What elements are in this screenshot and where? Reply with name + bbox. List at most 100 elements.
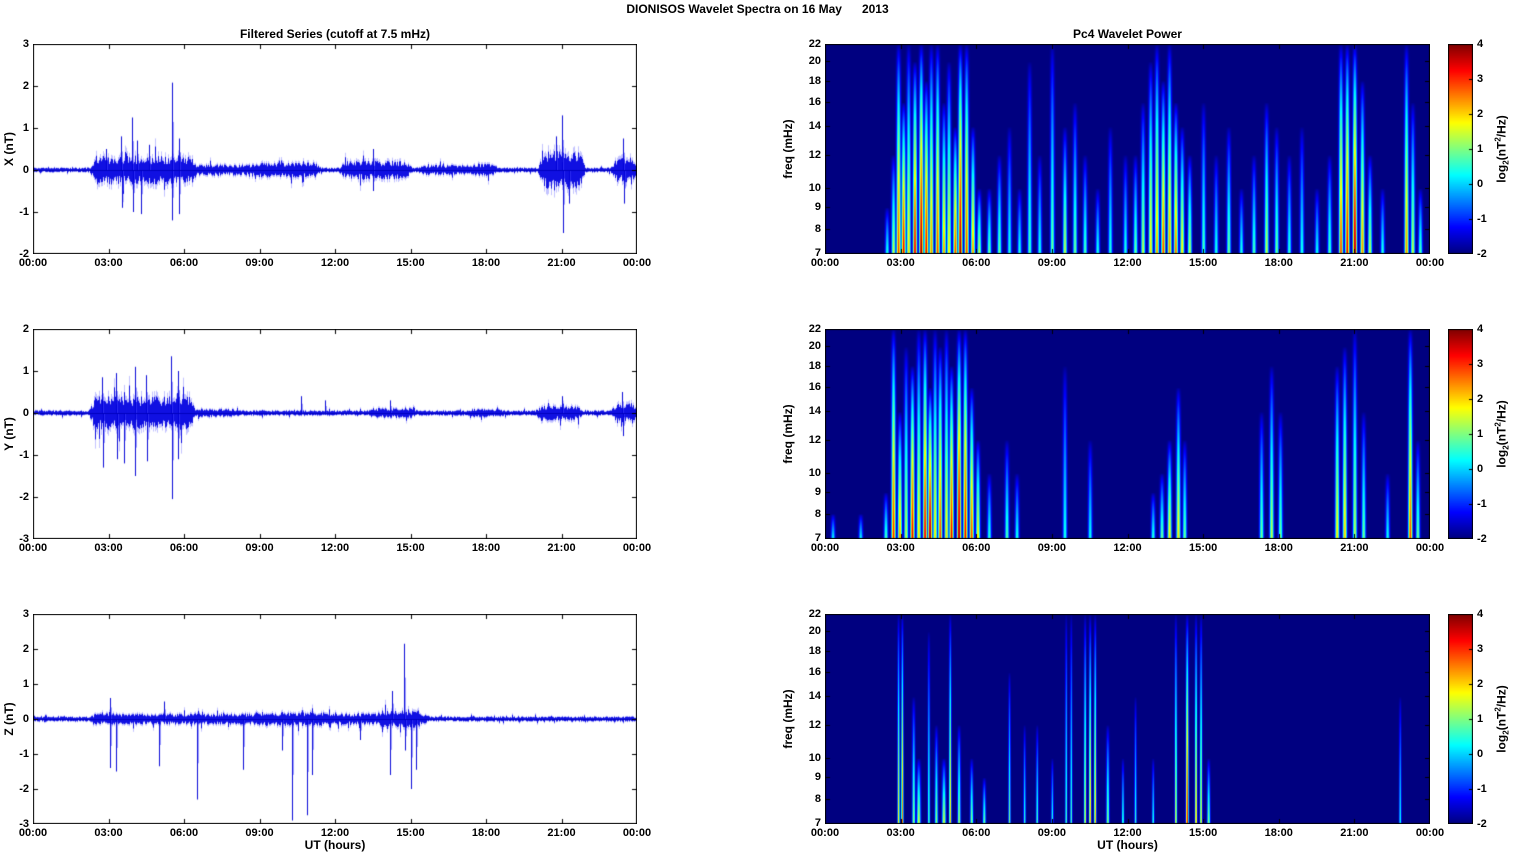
x-tick-label: 15:00: [396, 542, 425, 554]
y-tick-label: 1: [22, 365, 29, 377]
freq-tick-label: 22: [808, 323, 821, 335]
freq-tick-label: 10: [808, 751, 821, 764]
colorbar-label-3: log2(nT2/Hz): [1493, 685, 1510, 753]
cb-label-mid: (nT: [1494, 141, 1509, 161]
x-tick-label: 03:00: [94, 827, 123, 839]
freq-tick-label: 18: [808, 74, 821, 87]
x-tick-label: 00:00: [1415, 257, 1445, 269]
colorbar-tick-label: 2: [1477, 678, 1484, 690]
colorbar-tick-label: 4: [1477, 608, 1484, 620]
colorbar-tick-label: -1: [1477, 498, 1487, 510]
freq-tick-label: 14: [808, 120, 821, 133]
x-tick-label: 18:00: [471, 827, 501, 839]
cb-label-sup: 2: [1493, 422, 1503, 427]
cb-label-sup: 2: [1493, 707, 1503, 712]
cb-label-post: /Hz): [1494, 685, 1509, 708]
cb-label-sup: 2: [1493, 137, 1503, 142]
x-axis-label-left: UT (hours): [304, 838, 366, 852]
colorbar-tick-label: 4: [1477, 323, 1484, 335]
colorbar-tick-label: 3: [1477, 358, 1484, 370]
x-tick-label: 15:00: [1189, 257, 1218, 269]
x-tick-label: 21:00: [1340, 827, 1369, 839]
cb-label-pre: log: [1494, 734, 1509, 753]
colorbar-label-1: log2(nT2/Hz): [1493, 115, 1510, 183]
colorbar-tick-label: 2: [1477, 108, 1484, 120]
y-tick-label: -1: [19, 748, 29, 760]
x-tick-label: 21:00: [1340, 542, 1369, 554]
y-axis-label-y: Y (nT): [2, 417, 16, 451]
x-tick-label: 21:00: [547, 542, 576, 554]
freq-tick-label: 16: [808, 381, 821, 394]
y-tick-label: -1: [19, 449, 29, 461]
colorbar-tick-label: 0: [1477, 748, 1484, 760]
colorbar-tick-label: 3: [1477, 643, 1484, 655]
colorbar-tick-label: 0: [1477, 463, 1484, 475]
colorbar-y: [1448, 329, 1473, 539]
cb-label-sub: 2: [1501, 445, 1511, 450]
colorbar-label-2: log2(nT2/Hz): [1493, 400, 1510, 468]
x-tick-label: 12:00: [320, 257, 350, 269]
figure-title: DIONISOS Wavelet Spectra on 16 May 2013: [626, 2, 889, 16]
y-tick-label: -2: [19, 248, 29, 260]
freq-tick-label: 8: [814, 507, 821, 520]
freq-tick-label: 22: [808, 38, 821, 50]
x-axis-label-right: UT (hours): [1097, 838, 1158, 852]
x-tick-label: 00:00: [1415, 542, 1445, 554]
y-tick-label: -3: [19, 818, 29, 830]
colorbar-tick-label: 1: [1477, 428, 1484, 440]
colorbar-tick-label: 1: [1477, 143, 1484, 155]
colorbar-tick-label: 0: [1477, 178, 1484, 190]
x-tick-label: 06:00: [169, 542, 199, 554]
freq-tick-label: 16: [808, 666, 821, 679]
x-tick-label: 21:00: [1340, 257, 1369, 269]
freq-tick-label: 14: [808, 690, 821, 703]
freq-tick-label: 8: [814, 222, 821, 235]
x-tick-label: 03:00: [886, 542, 915, 554]
x-tick-label: 15:00: [1189, 542, 1218, 554]
x-tick-label: 09:00: [1037, 827, 1066, 839]
wavelet-z-spectrogram: [825, 614, 1430, 824]
freq-tick-label: 10: [808, 181, 821, 194]
y-tick-label: -2: [19, 783, 29, 795]
freq-tick-label: 8: [814, 792, 821, 805]
wavelet-y-spectrogram: [825, 329, 1430, 539]
wavelet-x-spectrogram: [825, 44, 1430, 254]
x-tick-label: 09:00: [245, 827, 274, 839]
x-tick-label: 06:00: [962, 542, 991, 554]
colorbar-tick-label: 1: [1477, 713, 1484, 725]
freq-tick-label: 22: [808, 608, 821, 620]
x-tick-label: 00:00: [622, 257, 652, 269]
freq-tick-label: 7: [814, 532, 821, 544]
cb-label-post: /Hz): [1494, 400, 1509, 423]
freq-tick-label: 7: [814, 817, 821, 829]
x-tick-label: 03:00: [94, 542, 123, 554]
y-axis-label-x: X (nT): [2, 132, 16, 166]
x-tick-label: 15:00: [396, 257, 425, 269]
x-tick-label: 00:00: [1415, 827, 1445, 839]
freq-tick-label: 9: [814, 486, 821, 499]
y-tick-label: 0: [22, 713, 29, 725]
y-tick-label: 3: [22, 38, 29, 50]
wavelet-power-title: Pc4 Wavelet Power: [1073, 27, 1182, 41]
x-tick-label: 00:00: [622, 827, 652, 839]
series-z-plot: [33, 614, 637, 824]
x-tick-label: 09:00: [245, 257, 274, 269]
x-tick-label: 15:00: [1189, 827, 1218, 839]
cb-label-sub: 2: [1501, 730, 1511, 735]
freq-tick-label: 20: [808, 625, 821, 638]
series-x-plot: [33, 44, 637, 254]
x-tick-label: 12:00: [1113, 257, 1142, 269]
x-tick-label: 12:00: [1113, 827, 1142, 839]
x-tick-label: 03:00: [94, 257, 123, 269]
colorbar-tick-label: -1: [1477, 213, 1487, 225]
cb-label-post: /Hz): [1494, 115, 1509, 138]
x-tick-label: 06:00: [962, 827, 991, 839]
filtered-series-title: Filtered Series (cutoff at 7.5 mHz): [239, 27, 431, 41]
colorbar-tick-label: 2: [1477, 393, 1484, 405]
x-tick-label: 03:00: [886, 257, 915, 269]
wavelet-spectra-figure: DIONISOS Wavelet Spectra on 16 May 2013 …: [0, 0, 1515, 854]
colorbar-x: [1448, 44, 1473, 254]
freq-tick-label: 9: [814, 771, 821, 784]
freq-tick-label: 16: [808, 96, 821, 109]
x-tick-label: 00:00: [622, 542, 652, 554]
